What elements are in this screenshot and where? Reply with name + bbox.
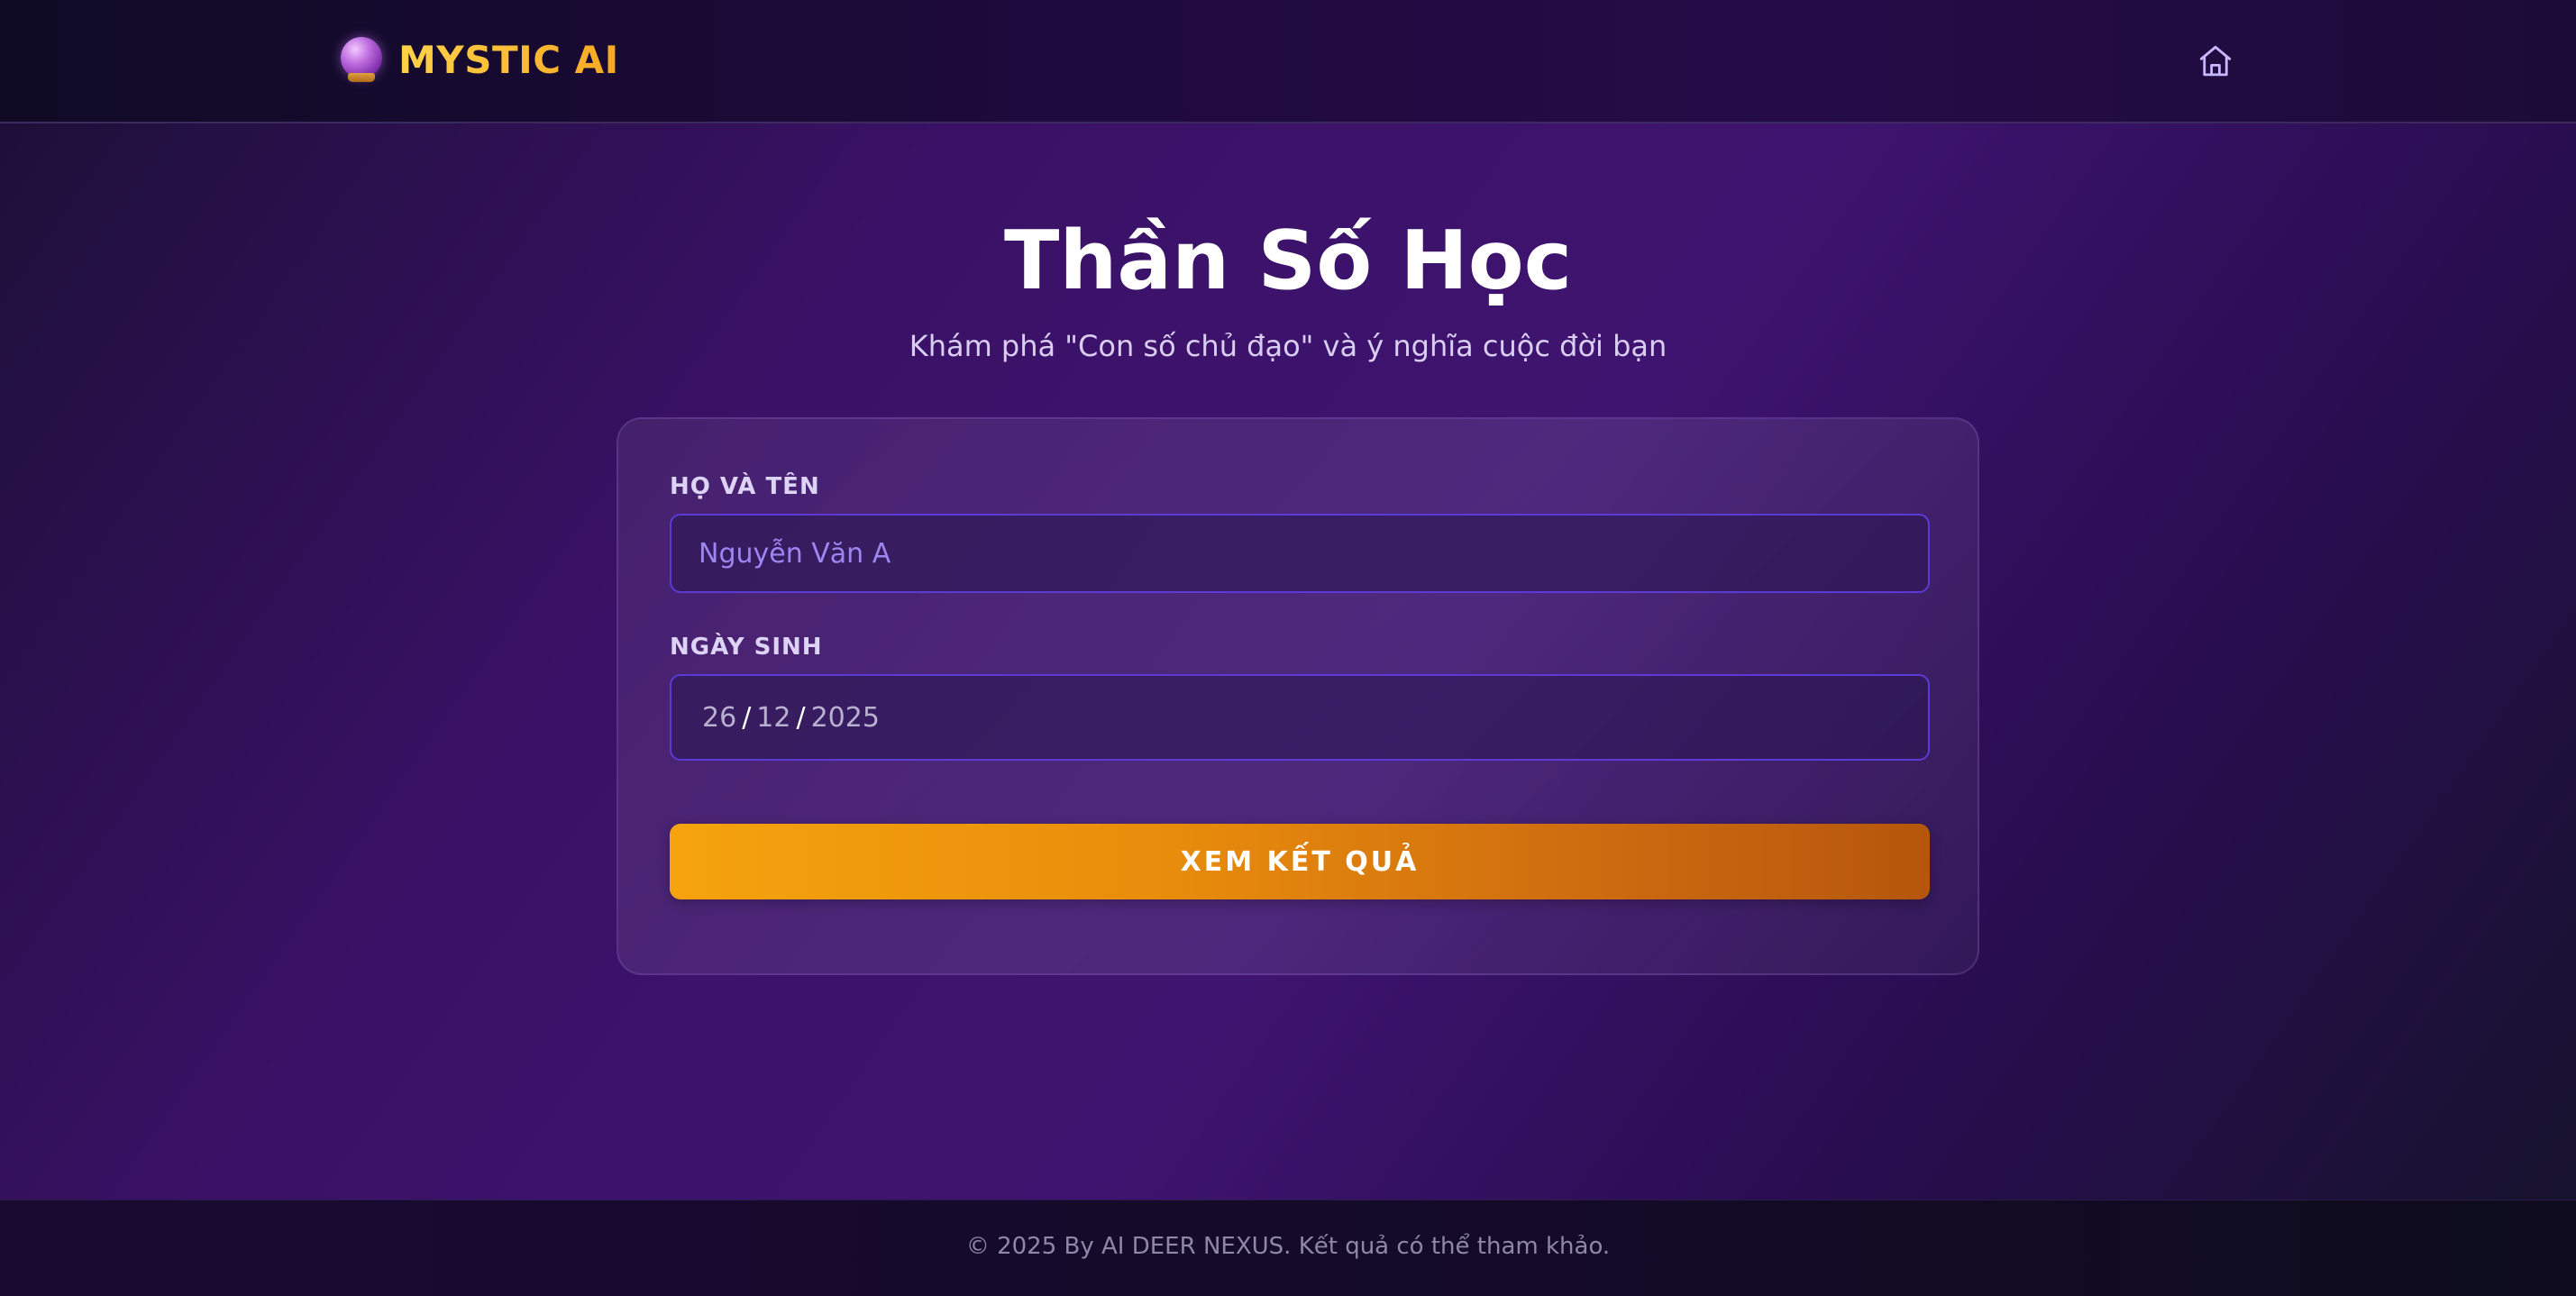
view-result-button[interactable]: XEM KẾT QUẢ (670, 824, 1930, 899)
footer-copyright: © 2025 By AI DEER NEXUS. Kết quả có thể … (965, 1233, 1611, 1260)
dob-separator: / (796, 701, 806, 734)
home-button[interactable] (2194, 40, 2237, 83)
dob-day[interactable]: 26 (702, 702, 736, 734)
dob-label: NGÀY SINH (670, 634, 823, 661)
numerology-form-card: HỌ VÀ TÊN NGÀY SINH 26 / 12 / 2025 XEM K… (617, 417, 1979, 975)
footer: © 2025 By AI DEER NEXUS. Kết quả có thể … (0, 1200, 2576, 1296)
dob-input[interactable]: 26 / 12 / 2025 (670, 674, 1930, 761)
top-header: MYSTIC AI (0, 0, 2576, 123)
name-label: HỌ VÀ TÊN (670, 473, 820, 500)
crystal-ball-icon (339, 37, 384, 82)
page-title: Thần Số Học (1003, 214, 1573, 308)
page-subtitle: Khám phá "Con số chủ đạo" và ý nghĩa cuộ… (909, 329, 1667, 363)
home-icon (2199, 45, 2232, 77)
dob-year[interactable]: 2025 (811, 702, 880, 734)
logo-text: MYSTIC AI (398, 37, 619, 82)
dob-separator: / (742, 701, 752, 734)
name-input[interactable] (670, 514, 1930, 593)
dob-month[interactable]: 12 (756, 702, 790, 734)
logo[interactable]: MYSTIC AI (339, 32, 619, 87)
